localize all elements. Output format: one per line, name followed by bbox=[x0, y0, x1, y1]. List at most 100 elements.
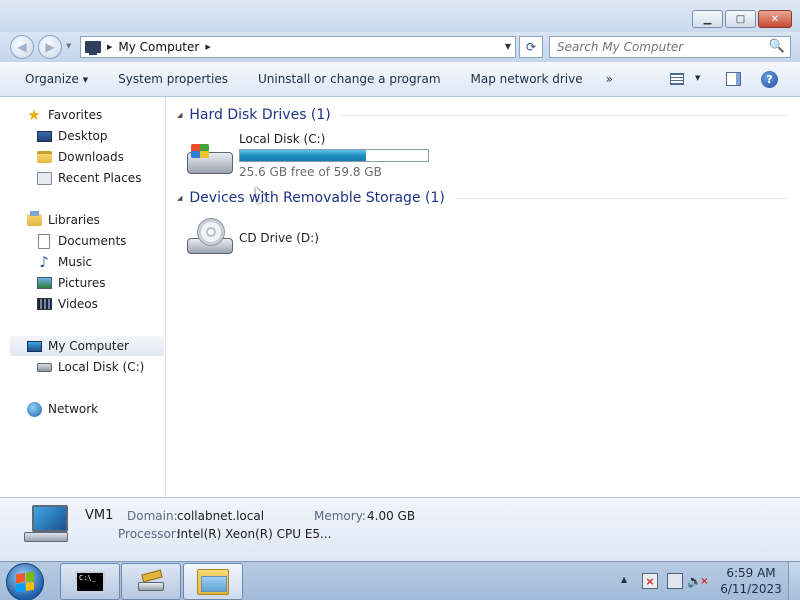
collapse-caret-icon[interactable]: ◢ bbox=[177, 194, 182, 202]
hard-drive-icon bbox=[185, 140, 235, 180]
command-bar: Organize ▼ System properties Uninstall or… bbox=[0, 62, 800, 97]
sidebar-item-my-computer[interactable]: My Computer bbox=[10, 336, 164, 356]
computer-name: VM1 bbox=[85, 508, 114, 523]
window-controls: ▁ □ ✕ bbox=[690, 10, 792, 28]
view-options-dropdown-icon[interactable]: ▼ bbox=[695, 74, 700, 82]
hard-drive-icon bbox=[36, 362, 52, 372]
content-pane: ◢ Hard Disk Drives (1) Local Disk (C:) 2… bbox=[167, 97, 800, 497]
organize-label: Organize bbox=[25, 72, 79, 86]
windows-logo-icon bbox=[191, 144, 209, 158]
address-dropdown-icon[interactable]: ▼ bbox=[505, 42, 511, 51]
group-removable-storage[interactable]: ◢ Devices with Removable Storage (1) bbox=[177, 188, 787, 208]
drive-local-disk[interactable]: Local Disk (C:) 25.6 GB free of 59.8 GB bbox=[185, 132, 429, 204]
sidebar-item-label: Recent Places bbox=[58, 171, 142, 185]
show-desktop-button[interactable] bbox=[788, 562, 800, 600]
address-bar[interactable]: ▶ My Computer ▶ ▼ bbox=[80, 36, 516, 58]
sidebar-item-downloads[interactable]: Downloads bbox=[36, 147, 124, 167]
server-manager-icon bbox=[136, 569, 166, 594]
breadcrumb-separator-icon[interactable]: ▶ bbox=[107, 43, 112, 51]
back-button[interactable]: ◀ bbox=[10, 35, 34, 59]
processor-label: Processor: bbox=[118, 527, 180, 541]
sidebar-item-desktop[interactable]: Desktop bbox=[36, 126, 108, 146]
computer-icon bbox=[85, 41, 101, 55]
more-commands-button[interactable]: » bbox=[598, 72, 621, 86]
taskbar: C:\_ ▲ 🔈 6:59 AM 6/11/2023 bbox=[0, 561, 800, 600]
action-center-icon[interactable] bbox=[642, 573, 658, 589]
start-button[interactable] bbox=[6, 563, 44, 600]
group-divider bbox=[454, 197, 787, 199]
videos-icon bbox=[36, 298, 52, 310]
sidebar-item-documents[interactable]: Documents bbox=[36, 231, 126, 251]
sidebar-item-label: My Computer bbox=[48, 339, 129, 353]
maximize-button[interactable]: □ bbox=[725, 10, 756, 28]
recent-pages-dropdown[interactable]: ▼ bbox=[66, 42, 71, 50]
star-icon: ★ bbox=[27, 106, 41, 124]
taskbar-explorer[interactable] bbox=[183, 563, 243, 600]
search-icon[interactable]: 🔍 bbox=[769, 39, 785, 54]
system-properties-button[interactable]: System properties bbox=[103, 72, 243, 86]
search-box[interactable]: 🔍 bbox=[549, 36, 791, 58]
show-hidden-icons-button[interactable]: ▲ bbox=[621, 575, 627, 584]
processor-value: Intel(R) Xeon(R) CPU E5... bbox=[177, 527, 332, 541]
recent-places-icon bbox=[36, 171, 52, 185]
group-title: Hard Disk Drives (1) bbox=[189, 107, 331, 123]
group-hard-disk-drives[interactable]: ◢ Hard Disk Drives (1) bbox=[177, 105, 787, 125]
taskbar-tools[interactable] bbox=[121, 563, 181, 600]
breadcrumb-chevron-icon[interactable]: ▶ bbox=[205, 43, 210, 51]
command-prompt-icon: C:\_ bbox=[75, 570, 105, 593]
sidebar-item-music[interactable]: ♪ Music bbox=[36, 252, 92, 272]
domain-value: collabnet.local bbox=[177, 509, 265, 523]
group-divider bbox=[340, 114, 787, 116]
help-button[interactable]: ? bbox=[761, 71, 778, 88]
memory-value: 4.00 GB bbox=[367, 509, 416, 523]
clock[interactable]: 6:59 AM 6/11/2023 bbox=[716, 565, 786, 597]
sidebar-item-label: Network bbox=[48, 402, 99, 416]
computer-icon bbox=[24, 505, 70, 543]
taskbar-cmd[interactable]: C:\_ bbox=[60, 563, 120, 600]
sidebar-item-label: Favorites bbox=[48, 108, 103, 122]
drive-name: Local Disk (C:) bbox=[239, 132, 326, 146]
sidebar-item-label: Libraries bbox=[48, 213, 100, 227]
minimize-button[interactable]: ▁ bbox=[692, 10, 723, 28]
pictures-icon bbox=[36, 277, 52, 289]
title-bar: ▁ □ ✕ bbox=[0, 0, 800, 32]
sidebar-item-network[interactable]: Network bbox=[26, 399, 98, 419]
sidebar-item-recent-places[interactable]: Recent Places bbox=[36, 168, 141, 188]
sidebar-item-local-disk[interactable]: Local Disk (C:) bbox=[36, 357, 144, 377]
cd-drive-icon bbox=[185, 218, 235, 262]
sidebar-item-videos[interactable]: Videos bbox=[36, 294, 98, 314]
network-status-icon[interactable] bbox=[667, 573, 683, 589]
disk-usage-fill bbox=[240, 150, 366, 161]
drive-free-space: 25.6 GB free of 59.8 GB bbox=[239, 165, 382, 179]
desktop-icon bbox=[36, 130, 52, 142]
sidebar-item-label: Pictures bbox=[58, 276, 106, 290]
preview-pane-icon[interactable] bbox=[726, 72, 741, 86]
refresh-button[interactable]: ⟳ bbox=[519, 36, 543, 58]
memory-label: Memory: bbox=[314, 509, 366, 523]
music-note-icon: ♪ bbox=[39, 253, 49, 271]
disk-usage-bar bbox=[239, 149, 429, 162]
windows-explorer-icon bbox=[197, 568, 229, 595]
change-view-icon[interactable] bbox=[670, 73, 684, 85]
clock-date: 6/11/2023 bbox=[720, 582, 782, 596]
domain-label: Domain: bbox=[127, 509, 178, 523]
volume-muted-icon[interactable]: 🔈 bbox=[687, 573, 706, 589]
collapse-caret-icon[interactable]: ◢ bbox=[177, 111, 182, 119]
sidebar-item-label: Music bbox=[58, 255, 93, 269]
search-input[interactable] bbox=[557, 40, 767, 54]
breadcrumb-my-computer[interactable]: My Computer bbox=[118, 40, 199, 54]
map-network-drive-button[interactable]: Map network drive bbox=[456, 72, 598, 86]
forward-button[interactable]: ▶ bbox=[38, 35, 62, 59]
sidebar-item-libraries[interactable]: Libraries bbox=[26, 210, 100, 230]
navigation-pane: ★ Favorites Desktop Downloads Recent Pla… bbox=[0, 97, 166, 497]
drive-cd[interactable]: CD Drive (D:) bbox=[185, 218, 319, 262]
uninstall-program-button[interactable]: Uninstall or change a program bbox=[243, 72, 456, 86]
sidebar-item-label: Downloads bbox=[58, 150, 124, 164]
sidebar-item-favorites[interactable]: ★ Favorites bbox=[26, 105, 102, 125]
sidebar-item-pictures[interactable]: Pictures bbox=[36, 273, 106, 293]
computer-icon bbox=[26, 340, 42, 352]
close-button[interactable]: ✕ bbox=[758, 10, 792, 28]
chevron-down-icon: ▼ bbox=[82, 75, 89, 84]
sidebar-item-label: Videos bbox=[58, 297, 98, 311]
organize-menu[interactable]: Organize ▼ bbox=[0, 72, 103, 86]
